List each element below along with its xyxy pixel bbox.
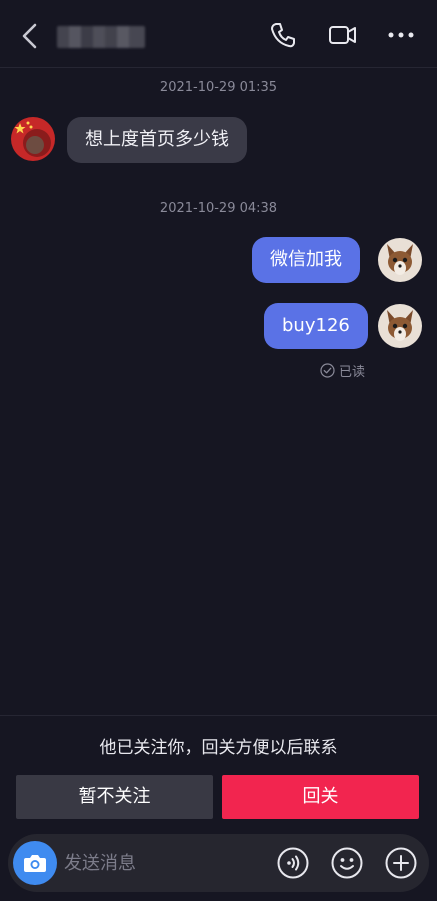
camera-button[interactable] — [13, 841, 57, 885]
video-icon[interactable] — [327, 20, 357, 50]
outgoing-message-bubble[interactable]: buy126 — [264, 303, 368, 349]
message-input[interactable] — [64, 848, 264, 878]
contact-name-obscured[interactable] — [57, 26, 145, 48]
chat-header — [0, 0, 437, 68]
emoji-icon[interactable] — [331, 847, 363, 879]
check-circle-icon — [320, 362, 335, 378]
self-avatar-image — [378, 238, 422, 282]
sender-avatar[interactable] — [11, 117, 55, 161]
ignore-follow-button[interactable]: 暂不关注 — [16, 775, 213, 819]
plus-icon[interactable] — [385, 847, 417, 879]
message-timestamp: 2021-10-29 01:35 — [159, 80, 278, 95]
self-avatar[interactable] — [378, 304, 422, 348]
follow-prompt-text: 他已关注你，回关方便以后联系 — [99, 738, 338, 758]
message-timestamp: 2021-10-29 04:38 — [159, 201, 278, 216]
camera-icon — [24, 855, 46, 872]
self-avatar[interactable] — [378, 238, 422, 282]
follow-back-button[interactable]: 回关 — [222, 775, 419, 819]
read-receipt: 已读 — [320, 361, 366, 380]
sender-avatar-image — [11, 117, 55, 161]
incoming-message-bubble[interactable]: 想上度首页多少钱 — [67, 117, 247, 163]
back-arrow-icon[interactable] — [18, 22, 42, 50]
more-icon[interactable] — [386, 20, 416, 50]
outgoing-message-bubble[interactable]: 微信加我 — [252, 237, 360, 283]
self-avatar-image — [378, 304, 422, 348]
read-status-label: 已读 — [339, 364, 366, 380]
phone-icon[interactable] — [268, 20, 298, 50]
voice-icon[interactable] — [277, 847, 309, 879]
